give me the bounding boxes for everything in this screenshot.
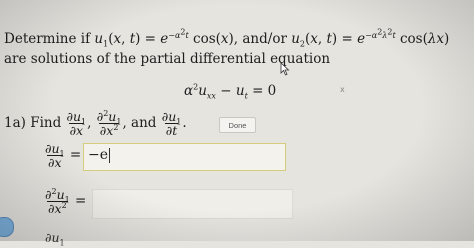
- answer-input-value: −e: [88, 147, 109, 163]
- side-widget-icon[interactable]: [0, 217, 14, 237]
- answer-row-3-lhs: ∂u1: [45, 230, 65, 248]
- d2u1-dx2-fraction: ∂2u1 ∂x2: [96, 108, 122, 138]
- answer-input-du1-dx[interactable]: −e: [83, 143, 286, 171]
- answer-row-2-lhs: ∂2u1 ∂x2 =: [45, 186, 87, 216]
- and-text: and: [131, 115, 157, 131]
- text-cursor: [109, 147, 111, 163]
- done-button[interactable]: Done: [219, 117, 256, 133]
- part-a-label: 1a) Find: [4, 115, 62, 131]
- du1-dx-fraction: ∂u1 ∂x: [66, 109, 87, 138]
- pde-equation: α2uxx − ut = 0: [184, 82, 277, 101]
- problem-statement-line-1: Determine if u1(x, t) = e−α2t cos(x), an…: [4, 26, 450, 49]
- small-mark: x: [340, 85, 345, 94]
- answer-row-1-lhs: ∂u1 ∂x =: [45, 141, 82, 170]
- answer-input-d2u1-dx2[interactable]: [92, 189, 293, 219]
- part-a-prompt: 1a) Find ∂u1 ∂x, ∂2u1 ∂x2, and ∂u1 ∂t.: [4, 108, 187, 138]
- du1-dt-fraction: ∂u1 ∂t: [161, 109, 182, 138]
- determine-text: Determine if: [4, 31, 95, 47]
- mouse-pointer-icon: [280, 62, 290, 76]
